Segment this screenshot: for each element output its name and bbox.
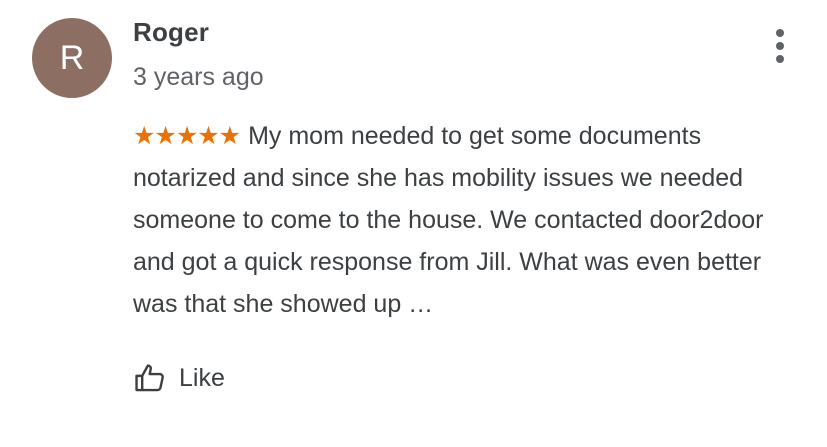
review-text: ★★★★★ My mom needed to get some documents… [133,115,803,325]
more-vertical-icon-dot-2 [776,42,784,50]
like-label: Like [179,363,225,392]
more-vertical-icon-dot-3 [776,55,784,63]
avatar[interactable]: R [32,18,112,98]
like-button[interactable]: Like [133,358,225,398]
thumb-up-icon [135,364,164,392]
author-name[interactable]: Roger [133,17,209,48]
review-card: R Roger 3 years ago ★★★★★ My mom needed t… [0,0,827,447]
star-rating: ★★★★★ [133,122,241,150]
more-options-button[interactable] [760,26,800,66]
more-vertical-icon [776,29,784,37]
review-date: 3 years ago [133,63,264,91]
review-body-text: My mom needed to get some documents nota… [133,122,764,318]
